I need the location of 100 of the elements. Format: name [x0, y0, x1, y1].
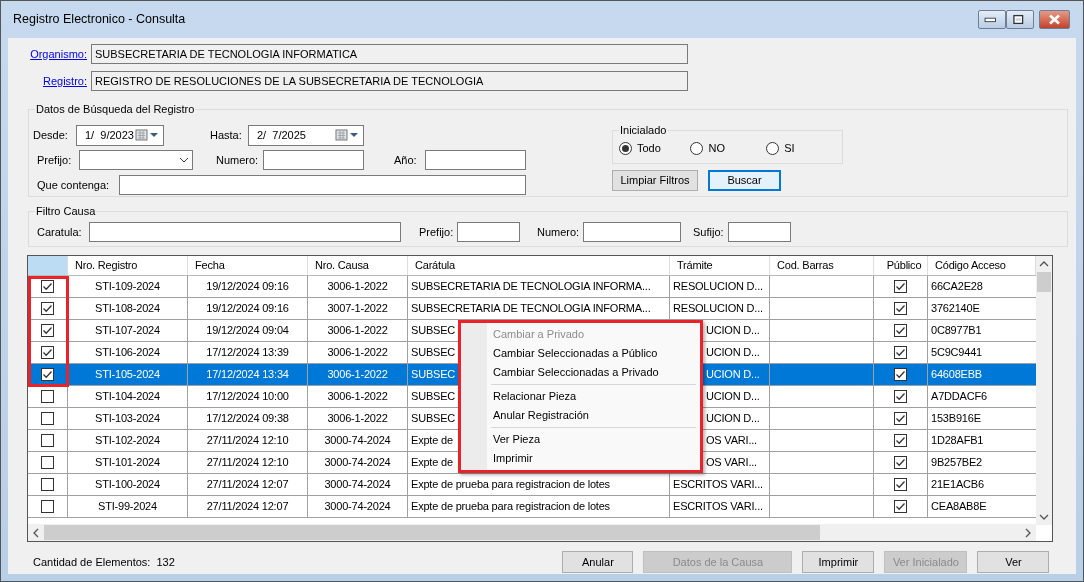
scroll-thumb[interactable]: [44, 525, 820, 540]
menu-item[interactable]: Ver Pieza: [461, 430, 700, 449]
checkbox[interactable]: [41, 456, 54, 469]
menu-item[interactable]: Anular Registración: [461, 406, 700, 425]
table-cell-text: SUBSEC: [411, 345, 456, 361]
table-cell-text: A7DDACF6: [931, 389, 987, 405]
table-cell-text: 17/12/2024 13:39: [206, 345, 289, 361]
field-label: Hasta:: [210, 127, 243, 143]
column-header[interactable]: Público: [874, 256, 928, 275]
table-cell-text: 3007-1-2022: [327, 301, 388, 317]
checkbox[interactable]: [41, 500, 54, 513]
input-field[interactable]: [728, 222, 791, 242]
menu-item[interactable]: Imprimir: [461, 449, 700, 468]
checkbox[interactable]: [41, 324, 54, 337]
field-label: Desde:: [33, 127, 69, 143]
table-cell-text: STI-104-2024: [95, 389, 160, 405]
input-field[interactable]: [89, 222, 401, 242]
checkbox[interactable]: [41, 390, 54, 403]
input-field[interactable]: [263, 150, 364, 170]
menu-item[interactable]: Relacionar Pieza: [461, 387, 700, 406]
button[interactable]: Imprimir: [802, 551, 875, 573]
horizontal-scrollbar[interactable]: [28, 524, 1036, 541]
vertical-scrollbar[interactable]: [1036, 256, 1052, 525]
checkbox[interactable]: [894, 456, 907, 469]
header-corner: [28, 256, 68, 275]
input-field[interactable]: [457, 222, 520, 242]
checkbox[interactable]: [894, 434, 907, 447]
window-title: Registro Electronico - Consulta: [13, 11, 187, 29]
table-cell-text: SUBSEC: [411, 389, 456, 405]
button[interactable]: Limpiar Filtros: [612, 170, 698, 191]
checkbox[interactable]: [41, 346, 54, 359]
checkbox[interactable]: [894, 302, 907, 315]
column-header[interactable]: Fecha: [188, 256, 308, 275]
checkbox[interactable]: [894, 390, 907, 403]
checkbox[interactable]: [894, 368, 907, 381]
table-cell-text: 3006-1-2022: [327, 389, 388, 405]
table-cell-text: 3762140E: [931, 301, 980, 317]
table-cell-text: SUBSECRETARIA DE TECNOLOGIA INFORMA...: [411, 279, 651, 295]
checkbox[interactable]: [41, 368, 54, 381]
input-field[interactable]: [583, 222, 681, 242]
table-cell-text: 3006-1-2022: [327, 323, 388, 339]
table-cell-text: 17/12/2024 09:38: [206, 411, 289, 427]
chevron-down-icon: [179, 157, 189, 163]
date-field[interactable]: 2/ 7/2025: [248, 124, 364, 146]
column-header[interactable]: Cod. Barras: [770, 256, 874, 275]
maximize-button[interactable]: [1006, 10, 1034, 29]
radio-option[interactable]: Todo: [619, 140, 691, 157]
table-cell-text: 9B257BE2: [931, 455, 982, 471]
combo-box[interactable]: [79, 150, 193, 170]
checkbox[interactable]: [894, 478, 907, 491]
radio-option[interactable]: SI: [766, 140, 842, 157]
checkbox[interactable]: [894, 324, 907, 337]
checkbox[interactable]: [41, 434, 54, 447]
table-cell-text: SUBSECRETARIA DE TECNOLOGIA INFORMA...: [411, 301, 651, 317]
field-label: Año:: [394, 152, 418, 168]
input-field[interactable]: [425, 150, 526, 170]
checkbox[interactable]: [41, 412, 54, 425]
table-cell-text: STI-102-2024: [95, 433, 160, 449]
table-cell-text: 3000-74-2024: [324, 477, 391, 493]
calendar-dropdown-icon[interactable]: [335, 128, 361, 142]
column-header[interactable]: Trámite: [670, 256, 770, 275]
checkbox[interactable]: [894, 346, 907, 359]
field-label: Que contenga:: [37, 177, 111, 193]
table-cell-text: 27/11/2024 12:07: [206, 477, 289, 493]
table-cell-text: 64608EBB: [931, 367, 982, 383]
date-field[interactable]: 1/ 9/2023: [76, 124, 164, 146]
checkbox[interactable]: [41, 478, 54, 491]
menu-item[interactable]: Cambiar Seleccionadas a Público: [461, 344, 700, 363]
column-header[interactable]: Carátula: [408, 256, 670, 275]
close-button[interactable]: [1039, 10, 1070, 29]
column-header[interactable]: Nro. Registro: [68, 256, 188, 275]
field-label: Prefijo:: [37, 152, 73, 168]
button[interactable]: Anular: [562, 551, 634, 573]
table-cell-text: OS VARI...: [706, 455, 757, 471]
radio-option[interactable]: NO: [690, 140, 767, 157]
column-header[interactable]: Nro. Causa: [308, 256, 408, 275]
table-cell-text: SUBSEC: [411, 411, 456, 427]
checkbox[interactable]: [894, 412, 907, 425]
button[interactable]: Buscar: [708, 170, 781, 191]
link[interactable]: Registro:: [8, 72, 91, 90]
checkbox[interactable]: [41, 280, 54, 293]
link[interactable]: Organismo:: [8, 45, 91, 63]
checkbox[interactable]: [894, 280, 907, 293]
table-cell-text: STI-107-2024: [95, 323, 160, 339]
calendar-dropdown-icon[interactable]: [135, 128, 161, 142]
checkbox[interactable]: [894, 500, 907, 513]
table-cell-text: UCION D...: [706, 389, 760, 405]
menu-item[interactable]: Cambiar Seleccionadas a Privado: [461, 363, 700, 382]
count-label: Cantidad de Elementos:: [33, 554, 151, 570]
input-field[interactable]: [119, 175, 526, 195]
table-cell-text: 0C8977B1: [931, 323, 982, 339]
table-cell-text: 3000-74-2024: [324, 433, 391, 449]
checkbox[interactable]: [41, 302, 54, 315]
table-cell-text: 19/12/2024 09:16: [206, 301, 289, 317]
minimize-button[interactable]: [978, 10, 1006, 29]
count-value: 132: [156, 554, 176, 570]
table-cell-text: SUBSEC: [411, 367, 456, 383]
scroll-thumb[interactable]: [1037, 272, 1051, 292]
table-cell-text: SUBSEC: [411, 323, 456, 339]
button[interactable]: Ver: [977, 551, 1050, 573]
